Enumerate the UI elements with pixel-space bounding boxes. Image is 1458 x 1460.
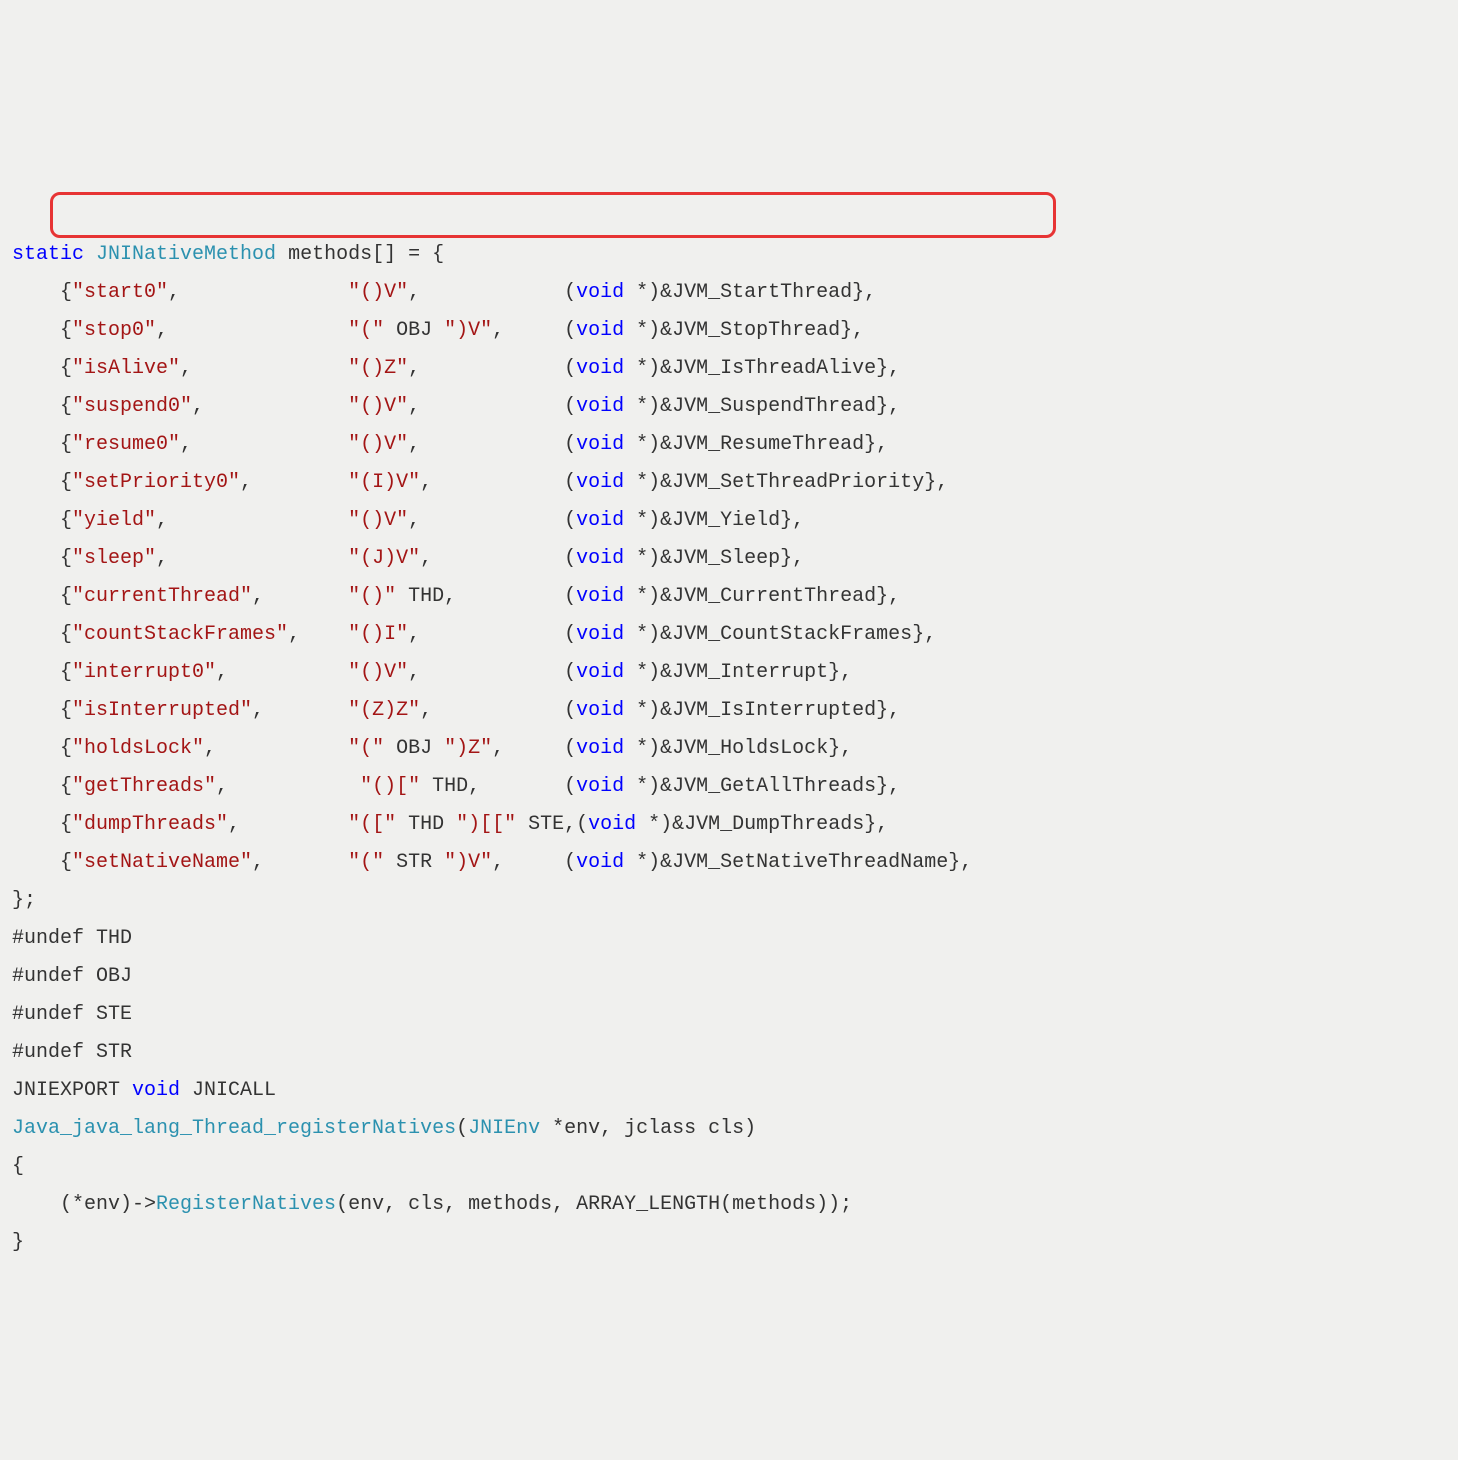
decl-line: static JNINativeMethod methods[] = {	[12, 236, 1446, 274]
kw-static: static	[12, 243, 84, 266]
method-row: {"resume0", "()V", (void *)&JVM_ResumeTh…	[12, 426, 1446, 464]
close-brace: }	[12, 1224, 1446, 1262]
undef-obj: #undef OBJ	[12, 958, 1446, 996]
open-brace: {	[12, 1148, 1446, 1186]
method-row: {"setNativeName", "(" STR ")V", (void *)…	[12, 844, 1446, 882]
method-row: {"countStackFrames", "()I", (void *)&JVM…	[12, 616, 1446, 654]
highlight-box	[50, 192, 1056, 238]
ident-methods: methods[] = {	[276, 243, 444, 266]
undef-thd: #undef THD	[12, 920, 1446, 958]
type-jninativemethod: JNINativeMethod	[96, 243, 276, 266]
method-row: {"start0", "()V", (void *)&JVM_StartThre…	[12, 274, 1446, 312]
body-line: (*env)->RegisterNatives(env, cls, method…	[12, 1186, 1446, 1224]
method-row: {"suspend0", "()V", (void *)&JVM_Suspend…	[12, 388, 1446, 426]
method-row: {"currentThread", "()" THD, (void *)&JVM…	[12, 578, 1446, 616]
code-block: static JNINativeMethod methods[] = { {"s…	[12, 160, 1446, 1262]
method-row: {"interrupt0", "()V", (void *)&JVM_Inter…	[12, 654, 1446, 692]
method-row: {"holdsLock", "(" OBJ ")Z", (void *)&JVM…	[12, 730, 1446, 768]
method-row: {"dumpThreads", "([" THD ")[[" STE,(void…	[12, 806, 1446, 844]
method-row: {"yield", "()V", (void *)&JVM_Yield},	[12, 502, 1446, 540]
undef-ste: #undef STE	[12, 996, 1446, 1034]
method-row: {"isInterrupted", "(Z)Z", (void *)&JVM_I…	[12, 692, 1446, 730]
method-row: {"stop0", "(" OBJ ")V", (void *)&JVM_Sto…	[12, 312, 1446, 350]
method-row: {"sleep", "(J)V", (void *)&JVM_Sleep},	[12, 540, 1446, 578]
undef-str: #undef STR	[12, 1034, 1446, 1072]
jniexport-line: JNIEXPORT void JNICALL	[12, 1072, 1446, 1110]
method-row: {"getThreads", "()[" THD, (void *)&JVM_G…	[12, 768, 1446, 806]
method-row: {"isAlive", "()Z", (void *)&JVM_IsThread…	[12, 350, 1446, 388]
fn-decl-line: Java_java_lang_Thread_registerNatives(JN…	[12, 1110, 1446, 1148]
method-row: {"setPriority0", "(I)V", (void *)&JVM_Se…	[12, 464, 1446, 502]
close-array: };	[12, 882, 1446, 920]
